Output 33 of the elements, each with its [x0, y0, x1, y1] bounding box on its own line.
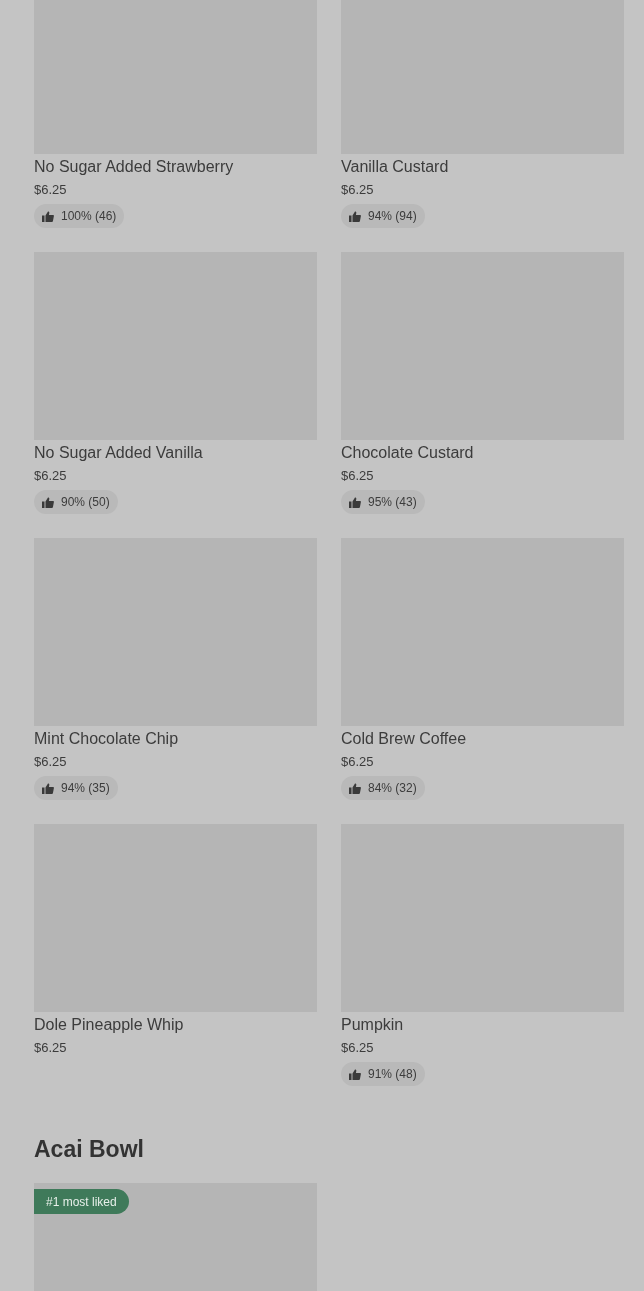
most-liked-badge: #1 most liked [34, 1189, 129, 1214]
product-name: Mint Chocolate Chip [34, 729, 179, 749]
product-price: $6.25 [34, 181, 67, 199]
rating-text: 94% (35) [61, 781, 110, 795]
product-image[interactable]: #1 most liked [34, 1183, 317, 1291]
thumbs-up-icon [349, 1068, 361, 1080]
product-price: $6.25 [341, 467, 374, 485]
product-name: Dole Pineapple Whip [34, 1015, 184, 1035]
rating-text: 91% (48) [368, 1067, 417, 1081]
product-name: Pumpkin [341, 1015, 404, 1035]
thumbs-up-icon [349, 782, 361, 794]
rating-text: 100% (46) [61, 209, 117, 223]
product-price: $6.25 [34, 753, 67, 771]
rating-text: 84% (32) [368, 781, 417, 795]
thumbs-up-icon [42, 782, 54, 794]
product-price: $6.25 [34, 467, 67, 485]
section-heading: Acai Bowl [34, 1135, 145, 1164]
product-name: Chocolate Custard [341, 443, 474, 463]
product-price: $6.25 [341, 1039, 374, 1057]
thumbs-up-icon [42, 210, 54, 222]
rating-text: 95% (43) [368, 495, 417, 509]
product-price: $6.25 [341, 753, 374, 771]
thumbs-up-icon [42, 496, 54, 508]
product-name: Cold Brew Coffee [341, 729, 467, 749]
rating-text: 94% (94) [368, 209, 417, 223]
product-name: No Sugar Added Strawberry [34, 157, 234, 177]
thumbs-up-icon [349, 496, 361, 508]
product-name: No Sugar Added Vanilla [34, 443, 203, 463]
product-price: $6.25 [34, 1039, 67, 1057]
thumbs-up-icon [349, 210, 361, 222]
product-name: Vanilla Custard [341, 157, 449, 177]
rating-text: 90% (50) [61, 495, 110, 509]
product-price: $6.25 [341, 181, 374, 199]
